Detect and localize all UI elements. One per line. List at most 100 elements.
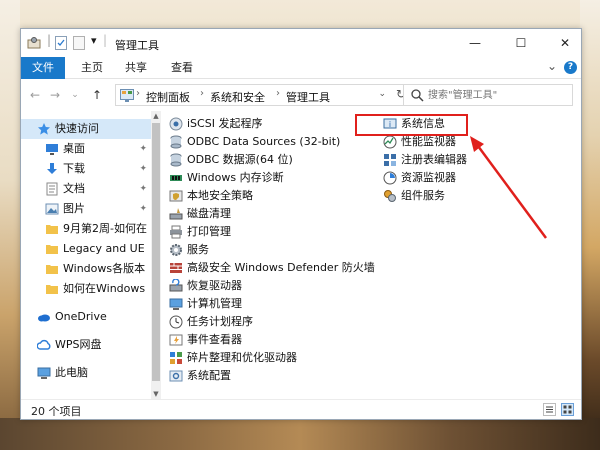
file-item-label: 本地安全策略 (187, 189, 253, 202)
navigation-scrollbar[interactable]: ▲ ▼ (151, 111, 161, 399)
maximize-button[interactable]: ☐ (507, 33, 535, 53)
folder-icon (45, 222, 59, 236)
event-viewer-icon (169, 333, 183, 347)
up-button[interactable]: ↑ (89, 87, 105, 103)
sidebar-item-label: 快速访问 (55, 122, 99, 135)
sidebar-item-label: 图片 (63, 202, 85, 215)
pin-icon[interactable]: ✦ (139, 139, 147, 159)
back-button[interactable]: ← (27, 87, 43, 103)
sidebar-item-downloads[interactable]: 下载 ✦ (21, 159, 151, 179)
help-button[interactable]: ? (564, 61, 577, 74)
file-item-label: 碎片整理和优化驱动器 (187, 351, 297, 364)
file-item-label: 资源监视器 (401, 171, 456, 184)
file-item-label: 磁盘清理 (187, 207, 231, 220)
sidebar-item-label: Legacy and UE (63, 242, 145, 255)
breadcrumb-admin-tools[interactable]: 管理工具 (286, 89, 330, 105)
sidebar-item-pictures[interactable]: 图片 ✦ (21, 199, 151, 219)
sidebar-item-label: 文档 (63, 182, 85, 195)
search-input[interactable] (428, 88, 568, 103)
file-item-label: 打印管理 (187, 225, 231, 238)
sidebar-item-folder[interactable]: Windows各版本 (21, 259, 151, 279)
tab-file[interactable]: 文件 (21, 57, 65, 79)
pin-icon[interactable]: ✦ (139, 159, 147, 179)
divider: | (47, 33, 52, 47)
tools-icon[interactable] (27, 36, 41, 50)
desktop-icon (45, 142, 59, 156)
new-folder-icon[interactable] (73, 36, 85, 50)
sidebar-item-quick-access[interactable]: 快速访问 (21, 119, 151, 139)
breadcrumb-separator: › (276, 88, 280, 99)
iscsi-icon (169, 117, 183, 131)
sidebar-item-label: OneDrive (55, 310, 107, 323)
onedrive-icon (37, 310, 51, 324)
search-box[interactable] (403, 84, 573, 106)
forward-button[interactable]: → (47, 87, 63, 103)
picture-icon (45, 202, 59, 216)
tab-home[interactable]: 主页 (71, 57, 113, 79)
title-bar: | ▾ | 管理工具 — ☐ ✕ (21, 29, 581, 57)
sidebar-item-desktop[interactable]: 桌面 ✦ (21, 139, 151, 159)
disk-cleanup-icon (169, 207, 183, 221)
file-item-label: 恢复驱动器 (187, 279, 242, 292)
document-icon (45, 182, 59, 196)
computer-management-icon (169, 297, 183, 311)
properties-icon[interactable] (55, 36, 67, 50)
sidebar-item-documents[interactable]: 文档 ✦ (21, 179, 151, 199)
sidebar-item-folder[interactable]: Legacy and UE (21, 239, 151, 259)
sidebar-item-folder[interactable]: 如何在Windows (21, 279, 151, 299)
large-icons-view-button[interactable] (561, 403, 574, 416)
tab-share[interactable]: 共享 (115, 57, 157, 79)
sidebar-item-label: WPS网盘 (55, 338, 102, 351)
breadcrumb-control-panel[interactable]: 控制面板 (146, 89, 190, 105)
sidebar-item-label: 此电脑 (55, 366, 88, 379)
scroll-up-button[interactable]: ▲ (151, 111, 161, 121)
pin-icon[interactable]: ✦ (139, 179, 147, 199)
gear-icon (169, 243, 183, 257)
folder-icon (45, 242, 59, 256)
sidebar-item-this-pc[interactable]: 此电脑 (21, 363, 151, 383)
sidebar-item-onedrive[interactable]: OneDrive (21, 307, 151, 327)
details-view-button[interactable] (543, 403, 556, 416)
folder-icon (45, 282, 59, 296)
ribbon-tabs: 文件 主页 共享 查看 ⌄ ? (21, 57, 581, 79)
file-item-label: Windows 内存诊断 (187, 171, 284, 184)
file-item-label: ODBC 数据源(64 位) (187, 153, 293, 166)
resource-monitor-icon (383, 171, 397, 185)
annotation-highlight-box (355, 114, 468, 136)
minimize-button[interactable]: — (461, 33, 489, 53)
breadcrumb-separator: › (200, 88, 204, 99)
navigation-bar: ← → ⌄ ↑ › 控制面板 › 系统和安全 › 管理工具 ⌄ ↻ (21, 80, 581, 110)
file-item-label: ODBC Data Sources (32-bit) (187, 135, 341, 148)
file-item-label: 组件服务 (401, 189, 445, 202)
component-services-icon (383, 189, 397, 203)
sidebar-item-folder[interactable]: 9月第2周-如何在 (21, 219, 151, 239)
recent-locations-button[interactable]: ⌄ (67, 87, 83, 103)
sidebar-item-wps-cloud[interactable]: WPS网盘 (21, 335, 151, 355)
computer-icon (37, 366, 51, 380)
tab-view[interactable]: 查看 (161, 57, 203, 79)
close-button[interactable]: ✕ (551, 33, 579, 53)
address-bar[interactable]: › 控制面板 › 系统和安全 › 管理工具 ⌄ ↻ (115, 84, 411, 106)
database-icon (169, 153, 183, 167)
content-area: 快速访问 桌面 ✦ 下载 ✦ 文档 ✦ 图片 ✦ 9月第2周-如何在 Legac… (21, 111, 581, 399)
recovery-drive-icon (169, 278, 183, 293)
cloud-icon (36, 338, 51, 352)
file-item-label: 系统配置 (187, 369, 231, 382)
database-icon (169, 135, 183, 149)
collapse-ribbon-button[interactable]: ⌄ (547, 59, 557, 73)
breadcrumb-system-security[interactable]: 系统和安全 (210, 89, 265, 105)
desktop-background-bottom (0, 418, 600, 450)
address-dropdown[interactable]: ⌄ (378, 89, 386, 99)
navigation-pane: 快速访问 桌面 ✦ 下载 ✦ 文档 ✦ 图片 ✦ 9月第2周-如何在 Legac… (21, 111, 151, 399)
scrollbar-thumb[interactable] (152, 123, 160, 381)
file-item-label: 任务计划程序 (187, 315, 253, 328)
pin-icon[interactable]: ✦ (139, 199, 147, 219)
quick-access-dropdown[interactable]: ▾ (91, 34, 97, 48)
clock-icon (169, 315, 183, 329)
registry-icon (383, 153, 397, 167)
memory-icon (169, 171, 183, 185)
scroll-down-button[interactable]: ▼ (151, 389, 161, 399)
folder-icon (45, 262, 59, 276)
file-item-label: iSCSI 发起程序 (187, 117, 263, 130)
desktop-background-right (580, 0, 600, 450)
